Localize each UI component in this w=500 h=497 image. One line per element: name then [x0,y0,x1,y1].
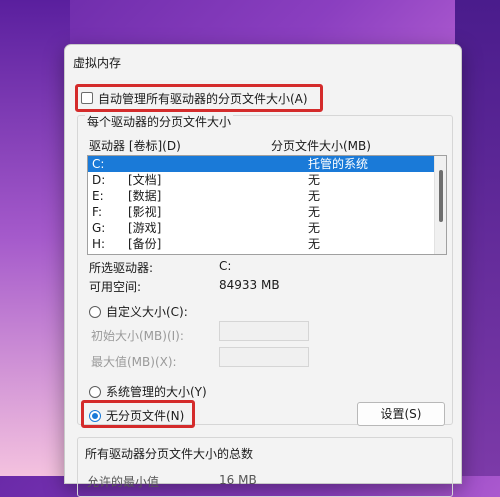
drive-row-g[interactable]: G: [游戏] 无 [88,220,434,236]
set-button[interactable]: 设置(S) [357,402,445,426]
drive-letter: C: [92,157,105,171]
highlight-no-paging [81,400,195,428]
drive-row-c[interactable]: C: 托管的系统 [88,156,434,172]
drive-row-h[interactable]: H: [备份] 无 [88,236,434,252]
virtual-memory-dialog: 虚拟内存 自动管理所有驱动器的分页文件大小(A) 每个驱动器的分页文件大小 驱动… [64,44,462,497]
initial-size-label: 初始大小(MB)(I): [91,329,184,343]
system-managed-label: 系统管理的大小(Y) [106,385,207,399]
free-space-value: 84933 MB [219,278,280,292]
custom-size-radio[interactable] [89,306,101,318]
initial-size-input[interactable] [219,321,309,341]
selected-drive-label: 所选驱动器: [89,261,154,275]
drive-letter: G: [92,221,106,235]
drive-letter: F: [92,205,103,219]
selected-drive-value: C: [219,259,232,273]
min-allowed-value: 16 MB [219,473,257,487]
drive-label: [影视] [128,205,162,219]
drive-list-scrollbar[interactable] [434,156,446,254]
drive-row-d[interactable]: D: [文档] 无 [88,172,434,188]
system-managed-radio[interactable] [89,386,101,398]
drive-label: [文档] [128,173,162,187]
column-header-drive: 驱动器 [卷标](D) [89,139,181,153]
drive-size: 无 [308,237,321,251]
custom-size-label: 自定义大小(C): [106,305,188,319]
drive-list[interactable]: C: 托管的系统 D: [文档] 无 E: [数据] 无 F: [影视] 无 G… [87,155,447,255]
drive-row-f[interactable]: F: [影视] 无 [88,204,434,220]
scrollbar-thumb[interactable] [439,170,443,222]
drive-row-e[interactable]: E: [数据] 无 [88,188,434,204]
drive-label: [备份] [128,237,162,251]
drive-letter: D: [92,173,106,187]
per-drive-group-title: 每个驱动器的分页文件大小 [85,113,234,130]
total-group-title: 所有驱动器分页文件大小的总数 [85,447,254,461]
max-size-label: 最大值(MB)(X): [91,355,177,369]
column-header-size: 分页文件大小(MB) [271,139,371,153]
drive-label: [游戏] [128,221,162,235]
drive-label: [数据] [128,189,162,203]
custom-size-option[interactable]: 自定义大小(C): [89,303,188,320]
max-size-input[interactable] [219,347,309,367]
drive-size: 无 [308,221,321,235]
drive-size: 无 [308,173,321,187]
drive-letter: H: [92,237,106,251]
drive-size: 托管的系统 [308,157,369,171]
drive-letter: E: [92,189,104,203]
wallpaper-left [0,0,70,476]
system-managed-option[interactable]: 系统管理的大小(Y) [89,383,207,400]
highlight-auto-manage [75,84,323,112]
free-space-label: 可用空间: [89,280,142,294]
drive-size: 无 [308,189,321,203]
dialog-title: 虚拟内存 [73,56,122,70]
drive-size: 无 [308,205,321,219]
